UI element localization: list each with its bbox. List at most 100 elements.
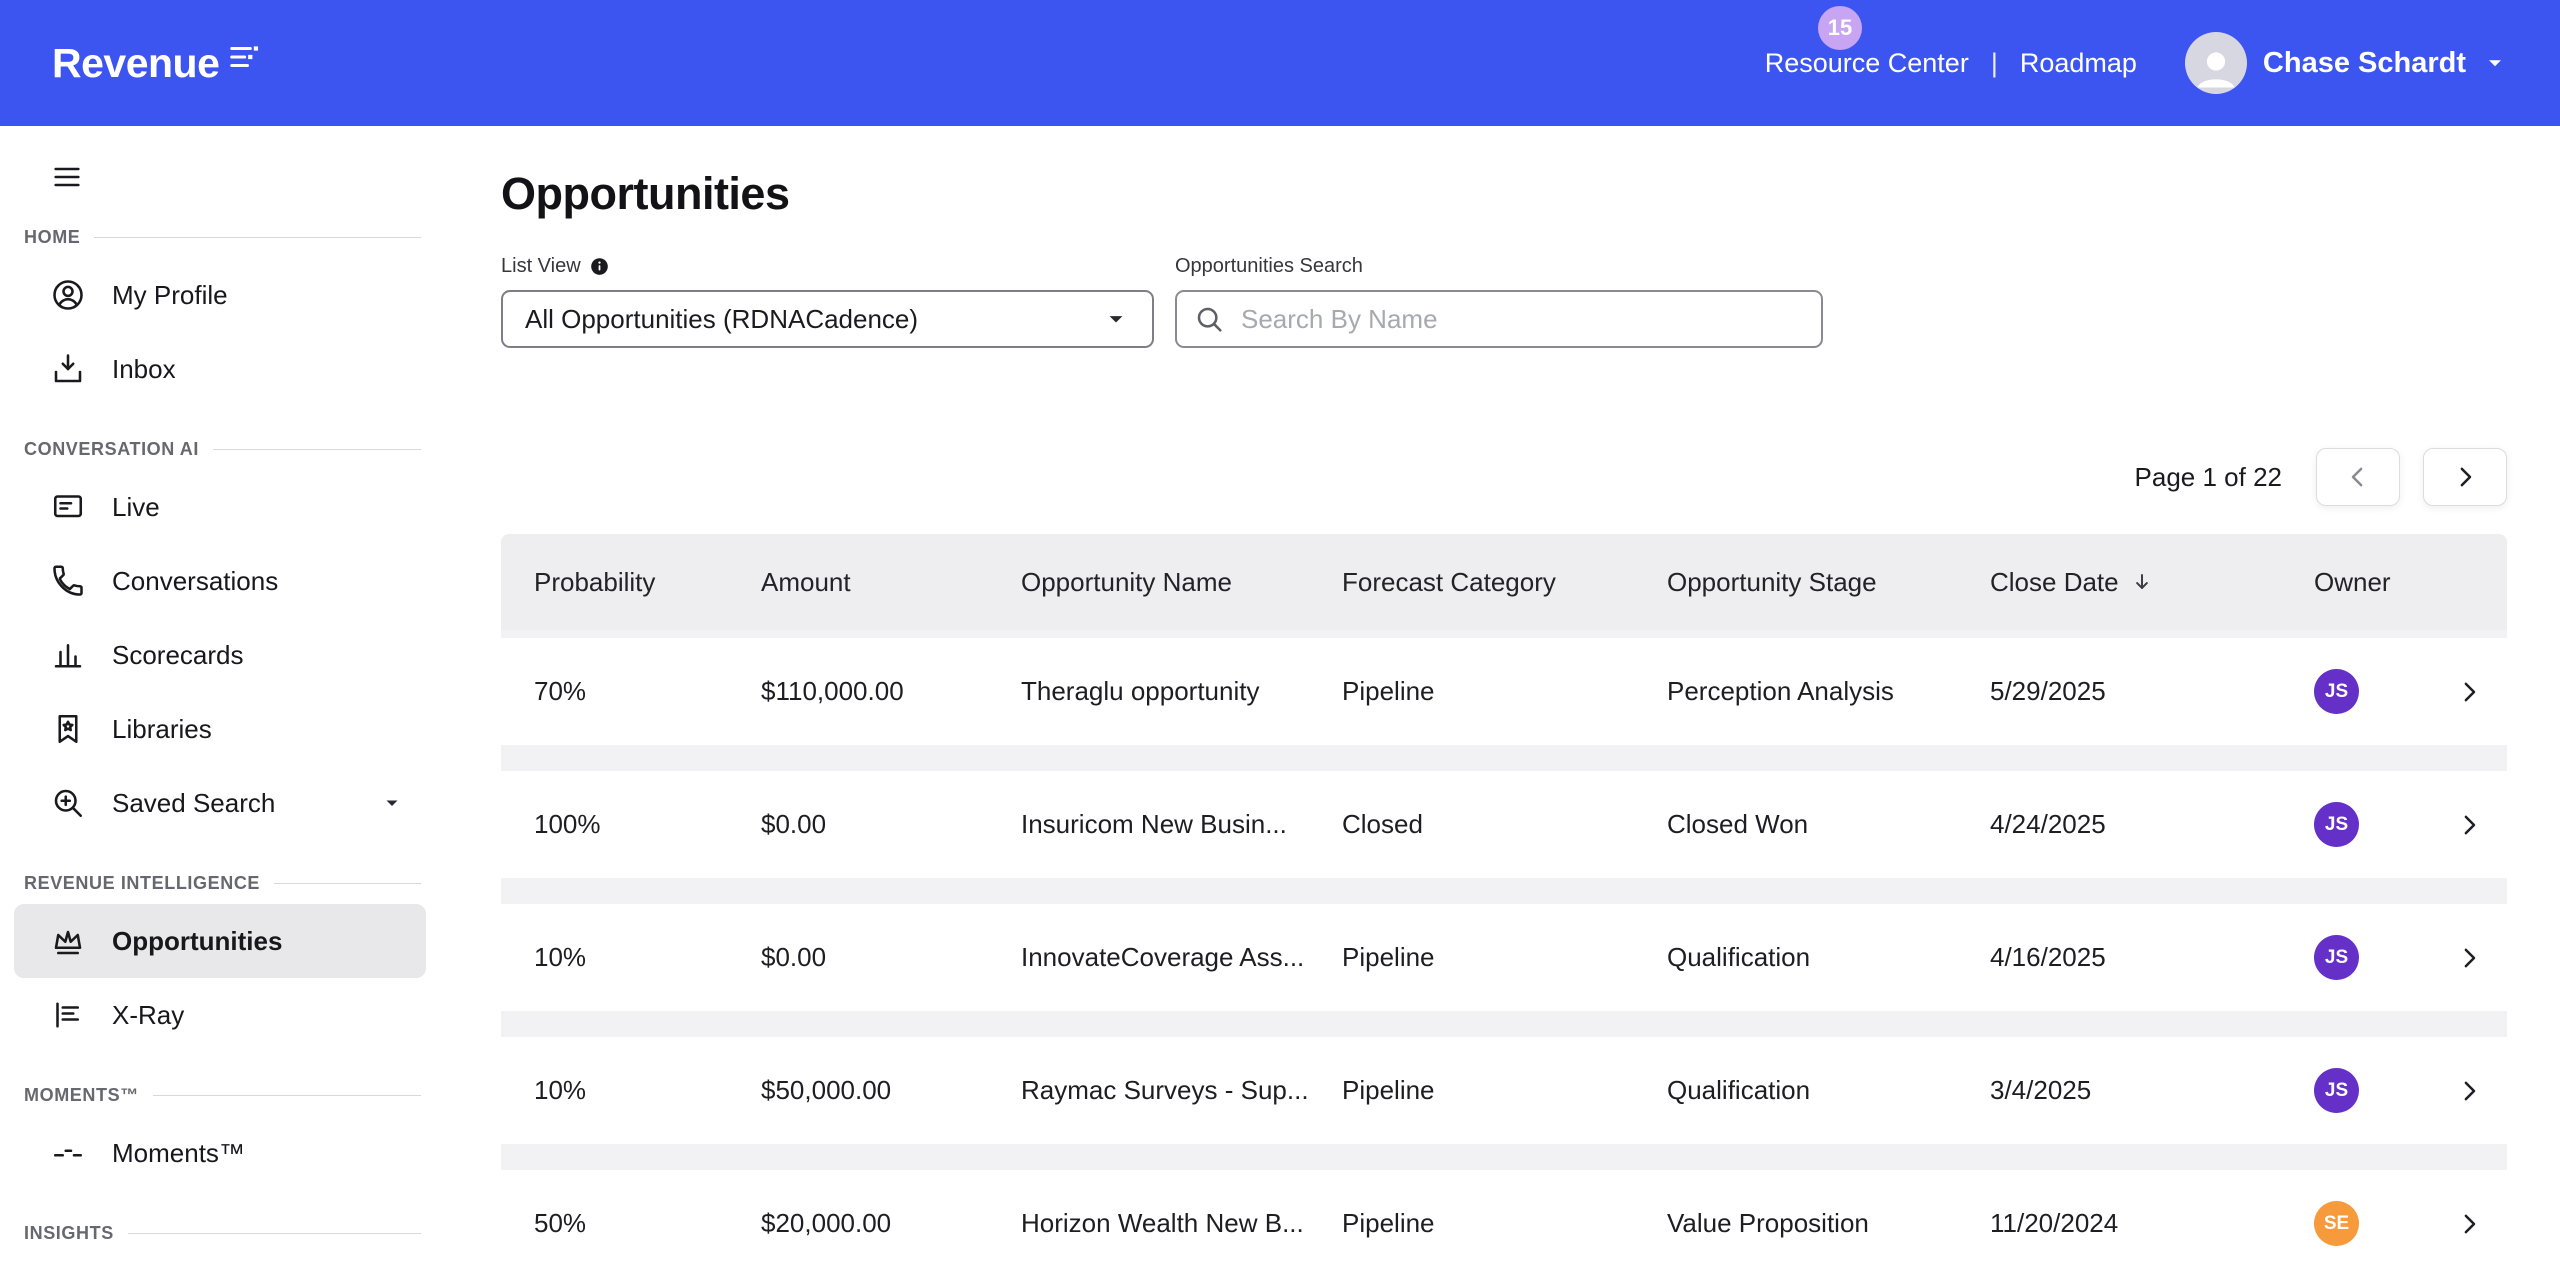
- sidebar-item-label: Inbox: [112, 354, 176, 385]
- cell-opportunity-name: Horizon Wealth New B...: [988, 1208, 1309, 1239]
- cell-probability: 10%: [501, 942, 728, 973]
- sidebar-item-label: X-Ray: [112, 1000, 184, 1031]
- cell-forecast-category: Pipeline: [1309, 676, 1634, 707]
- section-divider: [153, 1095, 421, 1096]
- sidebar-item-inbox[interactable]: Inbox: [14, 332, 426, 406]
- sidebar-item-opportunities[interactable]: Opportunities: [14, 904, 426, 978]
- chevron-left-icon: [2343, 462, 2373, 492]
- sidebar-section-label: MOMENTS™: [24, 1085, 139, 1106]
- column-header-opportunity-name[interactable]: Opportunity Name: [988, 567, 1309, 598]
- row-open-button[interactable]: [2431, 677, 2507, 707]
- sidebar-item-libraries[interactable]: Libraries: [14, 692, 426, 766]
- table-row[interactable]: 70% $110,000.00 Theraglu opportunity Pip…: [501, 638, 2507, 745]
- sidebar-item-live[interactable]: Live: [14, 470, 426, 544]
- column-label: Opportunity Stage: [1667, 567, 1877, 598]
- hamburger-icon: [48, 161, 86, 193]
- table-header: Probability Amount Opportunity Name Fore…: [501, 534, 2507, 630]
- sidebar-section-home: HOME: [24, 224, 421, 250]
- table-row[interactable]: 10% $50,000.00 Raymac Surveys - Sup... P…: [501, 1037, 2507, 1144]
- roadmap-link[interactable]: Roadmap: [2020, 48, 2137, 79]
- column-label: Amount: [761, 567, 851, 598]
- menu-toggle-button[interactable]: [48, 160, 88, 194]
- pagination-text: Page 1 of 22: [2135, 462, 2282, 493]
- column-header-amount[interactable]: Amount: [728, 567, 988, 598]
- column-header-close-date[interactable]: Close Date: [1957, 567, 2281, 598]
- section-divider: [274, 883, 421, 884]
- column-header-forecast-category[interactable]: Forecast Category: [1309, 567, 1634, 598]
- search-input[interactable]: [1239, 303, 1805, 336]
- cell-probability: 50%: [501, 1208, 728, 1239]
- table-row[interactable]: 100% $0.00 Insuricom New Busin... Closed…: [501, 771, 2507, 878]
- sidebar-item-label: Scorecards: [112, 640, 244, 671]
- xray-icon: [50, 997, 86, 1033]
- info-icon[interactable]: [589, 256, 610, 277]
- sidebar-item-label: Opportunities: [112, 926, 282, 957]
- owner-avatar: JS: [2314, 935, 2359, 980]
- sidebar-item-my-profile[interactable]: My Profile: [14, 258, 426, 332]
- cell-opportunity-name: Theraglu opportunity: [988, 676, 1309, 707]
- search-label: Opportunities Search: [1175, 255, 1363, 278]
- cell-opportunity-name: Insuricom New Busin...: [988, 809, 1309, 840]
- sidebar-item-label: Live: [112, 492, 160, 523]
- sidebar-item-icon-slot: [50, 489, 86, 525]
- owner-avatar: JS: [2314, 669, 2359, 714]
- column-header-owner[interactable]: Owner: [2281, 567, 2431, 598]
- row-open-button[interactable]: [2431, 1076, 2507, 1106]
- row-open-button[interactable]: [2431, 810, 2507, 840]
- list-view-label-row: List View: [501, 254, 1154, 278]
- sidebar-item-label: Moments™: [112, 1138, 245, 1169]
- brand-text: Revenue: [52, 40, 219, 87]
- row-open-button[interactable]: [2431, 1209, 2507, 1239]
- cell-forecast-category: Pipeline: [1309, 1208, 1634, 1239]
- app-shell: HOME My Profile Inbox CONVERSATION AI Li…: [0, 126, 2560, 1278]
- topbar: Revenue 15 Resource Center | Roadmap Cha…: [0, 0, 2560, 126]
- user-menu[interactable]: Chase Schardt: [2185, 32, 2508, 94]
- person-icon: [2190, 42, 2242, 94]
- live-icon: [50, 489, 86, 525]
- sidebar-nav: HOME My Profile Inbox CONVERSATION AI Li…: [0, 224, 445, 1246]
- sidebar-item-moments[interactable]: Moments™: [14, 1116, 426, 1190]
- sidebar-item-icon-slot: [50, 997, 86, 1033]
- cell-opportunity-stage: Perception Analysis: [1634, 676, 1957, 707]
- user-avatar: [2185, 32, 2247, 94]
- cell-close-date: 5/29/2025: [1957, 676, 2281, 707]
- opportunities-icon: [50, 923, 86, 959]
- user-name: Chase Schardt: [2263, 47, 2466, 80]
- sidebar-item-conversations[interactable]: Conversations: [14, 544, 426, 618]
- cell-forecast-category: Pipeline: [1309, 1075, 1634, 1106]
- cell-opportunity-stage: Closed Won: [1634, 809, 1957, 840]
- sidebar-item-label: Conversations: [112, 566, 278, 597]
- sidebar-section-insights: INSIGHTS: [24, 1220, 421, 1246]
- sidebar-section-label: INSIGHTS: [24, 1223, 114, 1244]
- notification-badge[interactable]: 15: [1818, 6, 1862, 50]
- sidebar-item-saved-search[interactable]: Saved Search: [14, 766, 426, 840]
- table-row[interactable]: 10% $0.00 InnovateCoverage Ass... Pipeli…: [501, 904, 2507, 1011]
- chevron-right-icon: [2454, 1076, 2484, 1106]
- cell-probability: 10%: [501, 1075, 728, 1106]
- row-open-button[interactable]: [2431, 943, 2507, 973]
- table-row[interactable]: 50% $20,000.00 Horizon Wealth New B... P…: [501, 1170, 2507, 1277]
- sidebar-item-label: Libraries: [112, 714, 212, 745]
- sidebar-item-label: My Profile: [112, 280, 228, 311]
- section-divider: [128, 1233, 421, 1234]
- column-header-probability[interactable]: Probability: [501, 567, 728, 598]
- resource-center-link[interactable]: Resource Center: [1765, 48, 1969, 79]
- cell-close-date: 4/16/2025: [1957, 942, 2281, 973]
- prev-page-button[interactable]: [2316, 448, 2400, 506]
- sidebar-item-icon-slot: [50, 785, 86, 821]
- list-view-select[interactable]: All Opportunities (RDNACadence): [501, 290, 1154, 348]
- sidebar-item-scorecards[interactable]: Scorecards: [14, 618, 426, 692]
- cell-probability: 70%: [501, 676, 728, 707]
- column-header-opportunity-stage[interactable]: Opportunity Stage: [1634, 567, 1957, 598]
- list-view-label: List View: [501, 255, 581, 278]
- inbox-icon: [50, 351, 86, 387]
- chevron-right-icon: [2454, 810, 2484, 840]
- search-box: [1175, 290, 1823, 348]
- sidebar-item-x-ray[interactable]: X-Ray: [14, 978, 426, 1052]
- brand-logo[interactable]: Revenue: [52, 40, 263, 87]
- owner-avatar: JS: [2314, 1068, 2359, 1113]
- cell-forecast-category: Closed: [1309, 809, 1634, 840]
- cell-amount: $110,000.00: [728, 676, 988, 707]
- next-page-button[interactable]: [2423, 448, 2507, 506]
- topbar-right: Resource Center | Roadmap Chase Schardt: [1765, 32, 2508, 94]
